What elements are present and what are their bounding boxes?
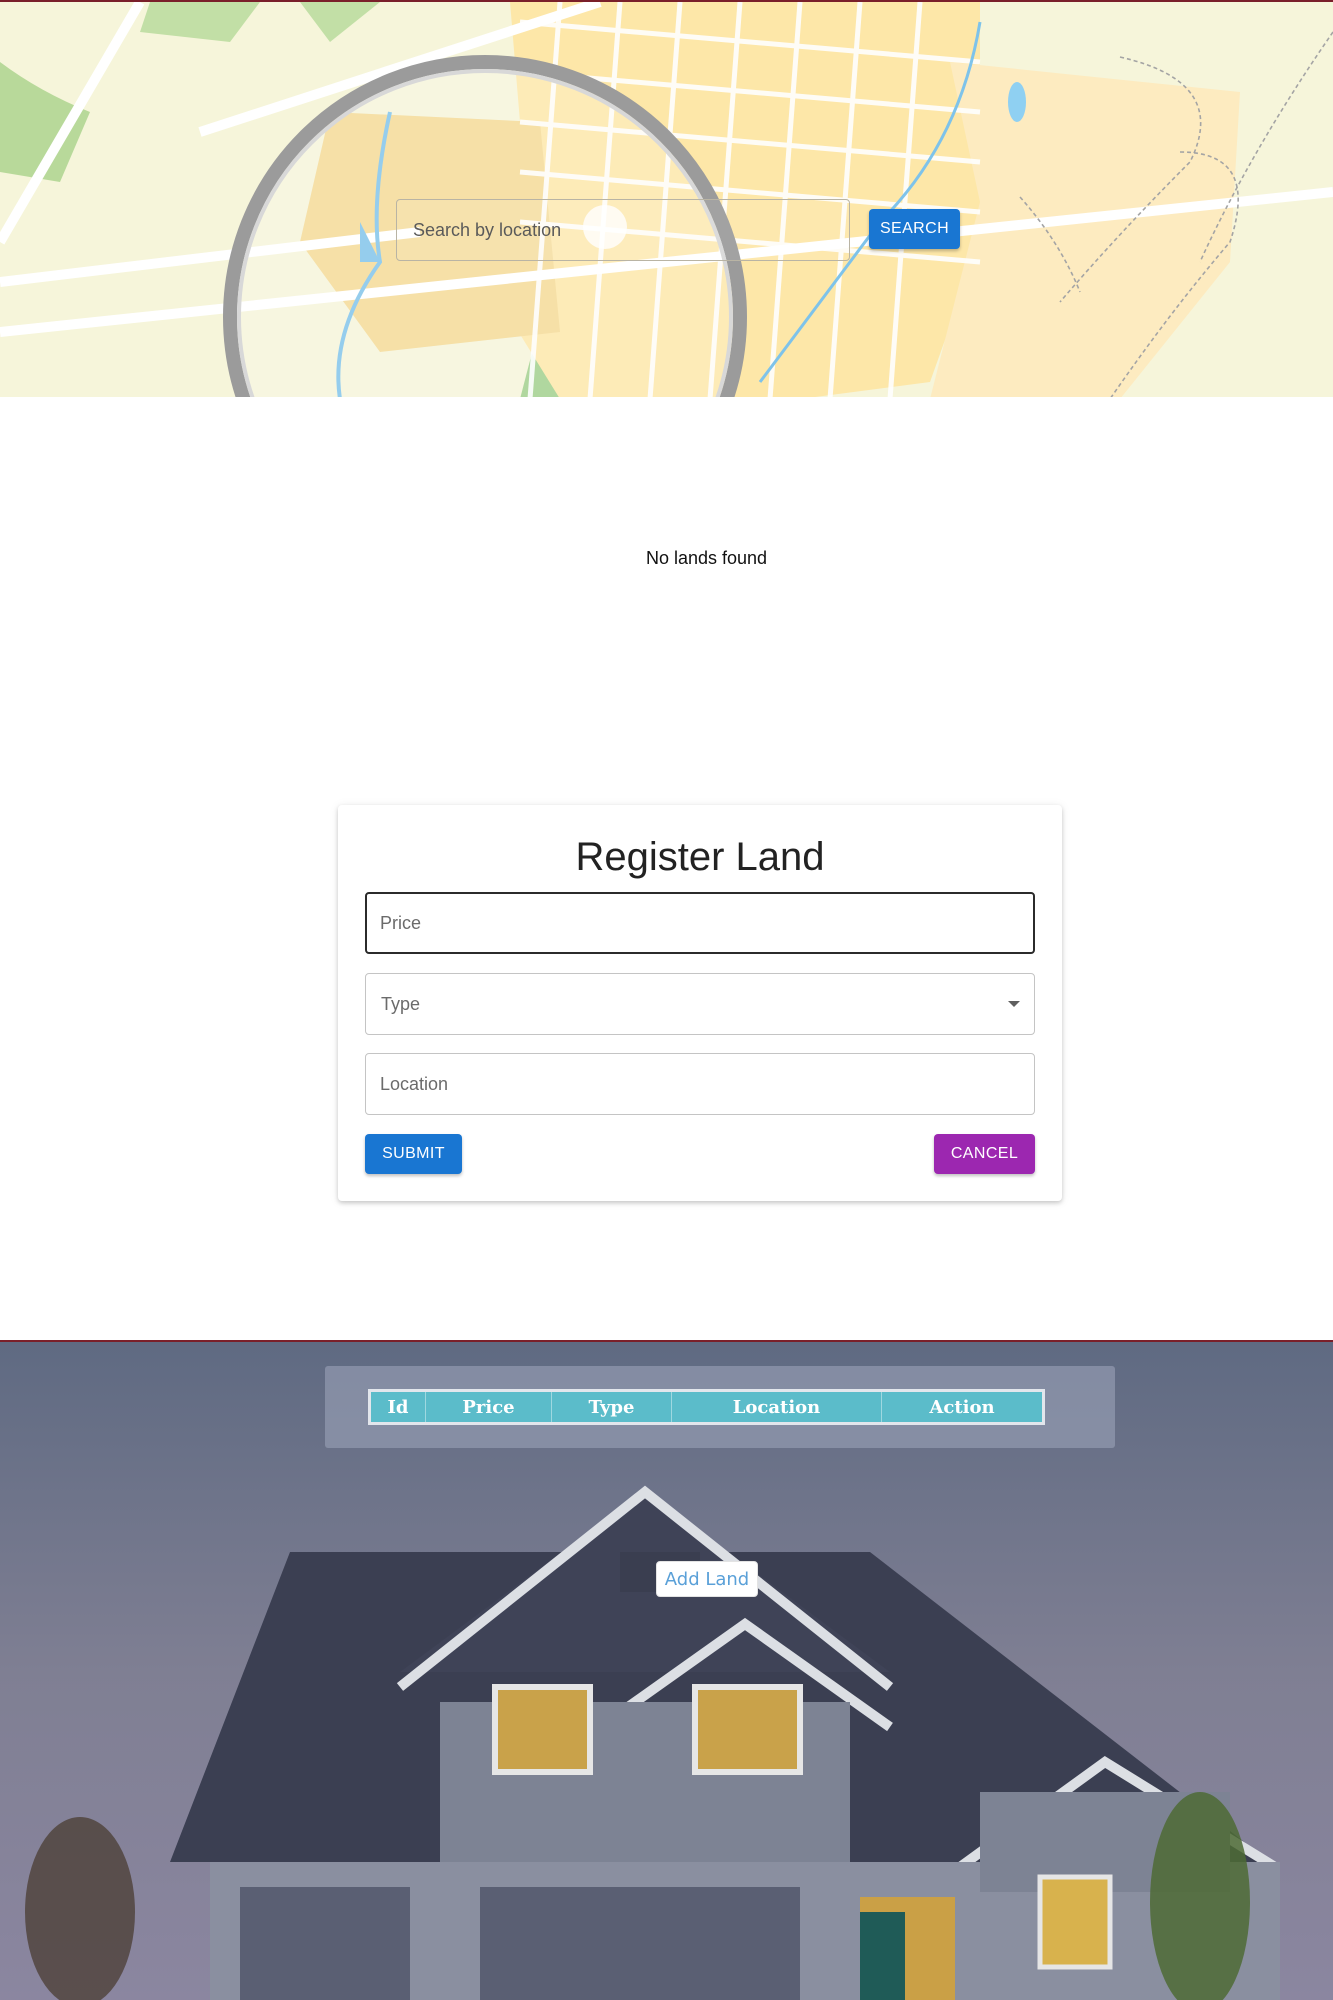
map-hero-banner: SEARCH [0,0,1333,397]
search-button[interactable]: SEARCH [869,209,960,249]
land-table-panel: Id Price Type Location Action [325,1366,1115,1448]
column-header-price: Price [425,1390,552,1424]
column-header-action: Action [881,1390,1044,1424]
add-land-button[interactable]: Add Land [656,1561,758,1597]
register-land-form: Register Land Type SUBMIT CANCEL [338,805,1062,1201]
table-header-row: Id Price Type Location Action [370,1390,1044,1424]
house-hero-section: Id Price Type Location Action Add Land [0,1340,1333,2000]
column-header-type: Type [551,1390,672,1424]
land-table: Id Price Type Location Action [368,1389,1045,1425]
register-land-title: Register Land [575,835,825,879]
no-lands-message: No lands found [645,548,768,568]
search-location-input[interactable] [396,199,850,261]
location-field[interactable] [365,1053,1035,1115]
cancel-button[interactable]: CANCEL [934,1134,1035,1174]
submit-button[interactable]: SUBMIT [365,1134,462,1174]
column-header-location: Location [671,1390,882,1424]
dropdown-arrow-icon [1008,1001,1020,1007]
type-select[interactable]: Type [365,973,1035,1035]
price-field[interactable] [365,892,1035,954]
type-select-label: Type [381,994,421,1014]
column-header-id: Id [387,1396,409,1418]
